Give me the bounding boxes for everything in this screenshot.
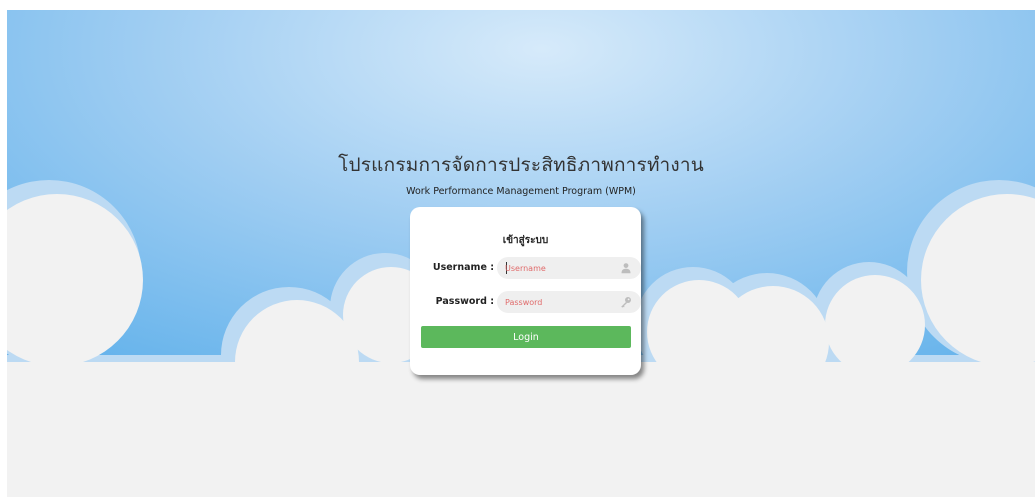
password-input[interactable] bbox=[505, 291, 615, 313]
username-label: Username : bbox=[432, 262, 494, 273]
page-background: โปรแกรมการจัดการประสิทธิภาพการทำงาน Work… bbox=[7, 10, 1035, 497]
username-row: Username : bbox=[424, 257, 641, 279]
username-input[interactable] bbox=[505, 257, 615, 279]
password-row: Password : bbox=[424, 291, 641, 313]
password-field-wrapper[interactable] bbox=[497, 291, 641, 313]
login-button[interactable]: Login bbox=[421, 326, 631, 348]
login-card-title: เข้าสู่ระบบ bbox=[502, 235, 549, 246]
user-icon bbox=[621, 263, 631, 274]
page-title: โปรแกรมการจัดการประสิทธิภาพการทำงาน bbox=[338, 154, 704, 176]
page-subtitle: Work Performance Management Program (WPM… bbox=[406, 186, 636, 197]
login-card: เข้าสู่ระบบ Username : Password : bbox=[410, 207, 641, 375]
password-label: Password : bbox=[435, 296, 494, 307]
key-icon bbox=[621, 297, 631, 308]
username-field-wrapper[interactable] bbox=[497, 257, 641, 279]
